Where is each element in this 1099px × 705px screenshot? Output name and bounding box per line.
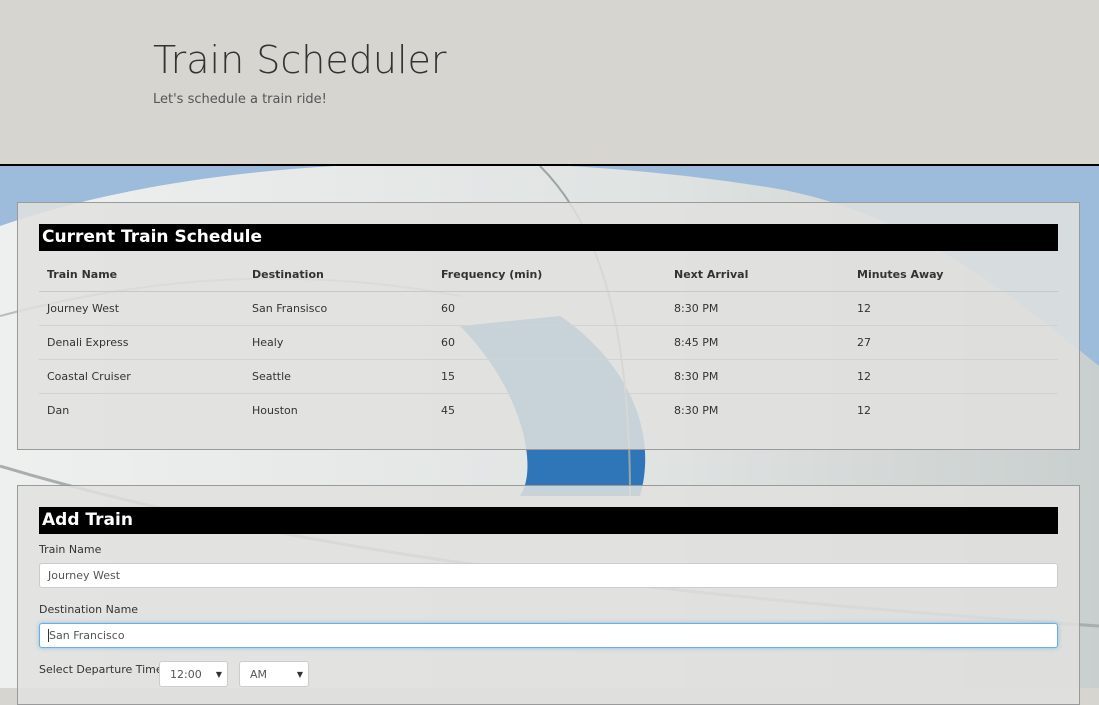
column-header: Train Name xyxy=(39,257,244,292)
column-header: Next Arrival xyxy=(666,257,849,292)
schedule-table: Train Name Destination Frequency (min) N… xyxy=(39,257,1058,427)
minutes-away-cell: 27 xyxy=(849,325,1058,360)
ampm-select[interactable]: AM ▼ xyxy=(239,661,309,687)
train-name-cell: Denali Express xyxy=(39,325,244,360)
page-subtitle: Let's schedule a train ride! xyxy=(153,92,327,107)
time-selected-value: 12:00 xyxy=(170,668,202,681)
destination-value: San Francisco xyxy=(49,629,125,642)
train-name-cell: Journey West xyxy=(39,291,244,326)
table-row: Coastal Cruiser Seattle 15 8:30 PM 12 xyxy=(39,359,1058,394)
table-header-row: Train Name Destination Frequency (min) N… xyxy=(39,257,1058,292)
next-arrival-cell: 8:30 PM xyxy=(666,291,849,326)
schedule-panel: Current Train Schedule Train Name Destin… xyxy=(17,202,1080,450)
destination-cell: Healy xyxy=(244,325,433,360)
column-header: Frequency (min) xyxy=(433,257,666,292)
departure-time-select[interactable]: 12:00 ▼ xyxy=(159,661,228,687)
frequency-cell: 15 xyxy=(433,359,666,394)
minutes-away-cell: 12 xyxy=(849,291,1058,326)
schedule-heading: Current Train Schedule xyxy=(39,224,1058,251)
text-cursor xyxy=(48,628,49,642)
frequency-cell: 45 xyxy=(441,404,455,417)
train-name-value: Journey West xyxy=(48,569,121,582)
table-row: Dan Houston 45 8:30 PM 12 xyxy=(39,394,1058,428)
destination-cell: Houston xyxy=(252,404,298,417)
train-name-cell: Coastal Cruiser xyxy=(39,359,244,394)
minutes-away-cell: 12 xyxy=(857,404,871,417)
destination-label: Destination Name xyxy=(39,603,139,616)
destination-cell: Seattle xyxy=(244,359,433,394)
header: Train Scheduler Let's schedule a train r… xyxy=(0,0,1099,166)
column-header: Minutes Away xyxy=(849,257,1058,292)
next-arrival-cell: 8:45 PM xyxy=(666,325,849,360)
frequency-cell: 60 xyxy=(433,291,666,326)
add-train-panel: Add Train Train Name Journey West Destin… xyxy=(17,485,1080,705)
chevron-down-icon: ▼ xyxy=(215,670,222,679)
train-name-input[interactable]: Journey West xyxy=(39,563,1058,588)
frequency-cell: 60 xyxy=(433,325,666,360)
next-arrival-cell: 8:30 PM xyxy=(674,404,719,417)
table-row: Journey West San Fransisco 60 8:30 PM 12 xyxy=(39,291,1058,326)
minutes-away-cell: 12 xyxy=(849,359,1058,394)
table-row: Denali Express Healy 60 8:45 PM 27 xyxy=(39,325,1058,360)
next-arrival-cell: 8:30 PM xyxy=(666,359,849,394)
page-title: Train Scheduler xyxy=(153,38,447,82)
chevron-down-icon: ▼ xyxy=(296,670,303,679)
train-name-label: Train Name xyxy=(39,543,102,556)
destination-cell: San Fransisco xyxy=(244,291,433,326)
add-train-heading: Add Train xyxy=(39,507,1058,534)
column-header: Destination xyxy=(244,257,433,292)
train-name-cell: Dan xyxy=(47,404,70,417)
departure-time-label: Select Departure Time xyxy=(39,663,163,676)
ampm-selected-value: AM xyxy=(250,668,268,681)
destination-input[interactable]: San Francisco xyxy=(39,623,1058,648)
